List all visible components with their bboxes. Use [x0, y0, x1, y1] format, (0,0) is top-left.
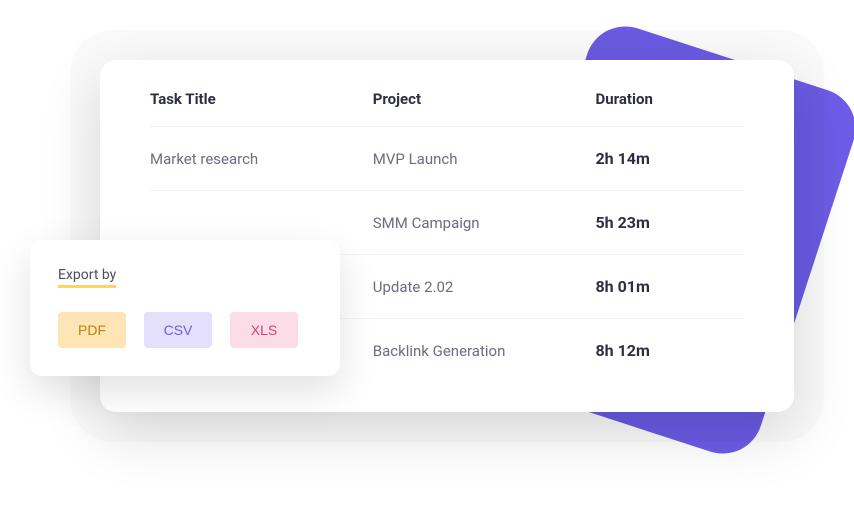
export-csv-button[interactable]: CSV	[144, 312, 212, 348]
export-card: Export by PDF CSV XLS	[30, 240, 340, 376]
cell-project: Backlink Generation	[373, 342, 596, 360]
cell-duration: 2h 14m	[596, 149, 745, 168]
table-row: Market research MVP Launch 2h 14m	[150, 127, 744, 191]
cell-duration: 5h 23m	[596, 213, 745, 232]
export-xls-button[interactable]: XLS	[230, 312, 298, 348]
export-pdf-button[interactable]: PDF	[58, 312, 126, 348]
cell-project: SMM Campaign	[373, 214, 596, 232]
export-buttons: PDF CSV XLS	[58, 312, 312, 348]
header-duration: Duration	[596, 90, 745, 108]
cell-project: MVP Launch	[373, 150, 596, 168]
cell-duration: 8h 12m	[596, 341, 745, 360]
cell-task: Market research	[150, 150, 373, 168]
table-header: Task Title Project Duration	[150, 90, 744, 127]
export-title: Export by	[58, 267, 116, 288]
header-project: Project	[373, 90, 596, 108]
cell-project: Update 2.02	[373, 278, 596, 296]
header-task: Task Title	[150, 90, 373, 108]
cell-duration: 8h 01m	[596, 277, 745, 296]
